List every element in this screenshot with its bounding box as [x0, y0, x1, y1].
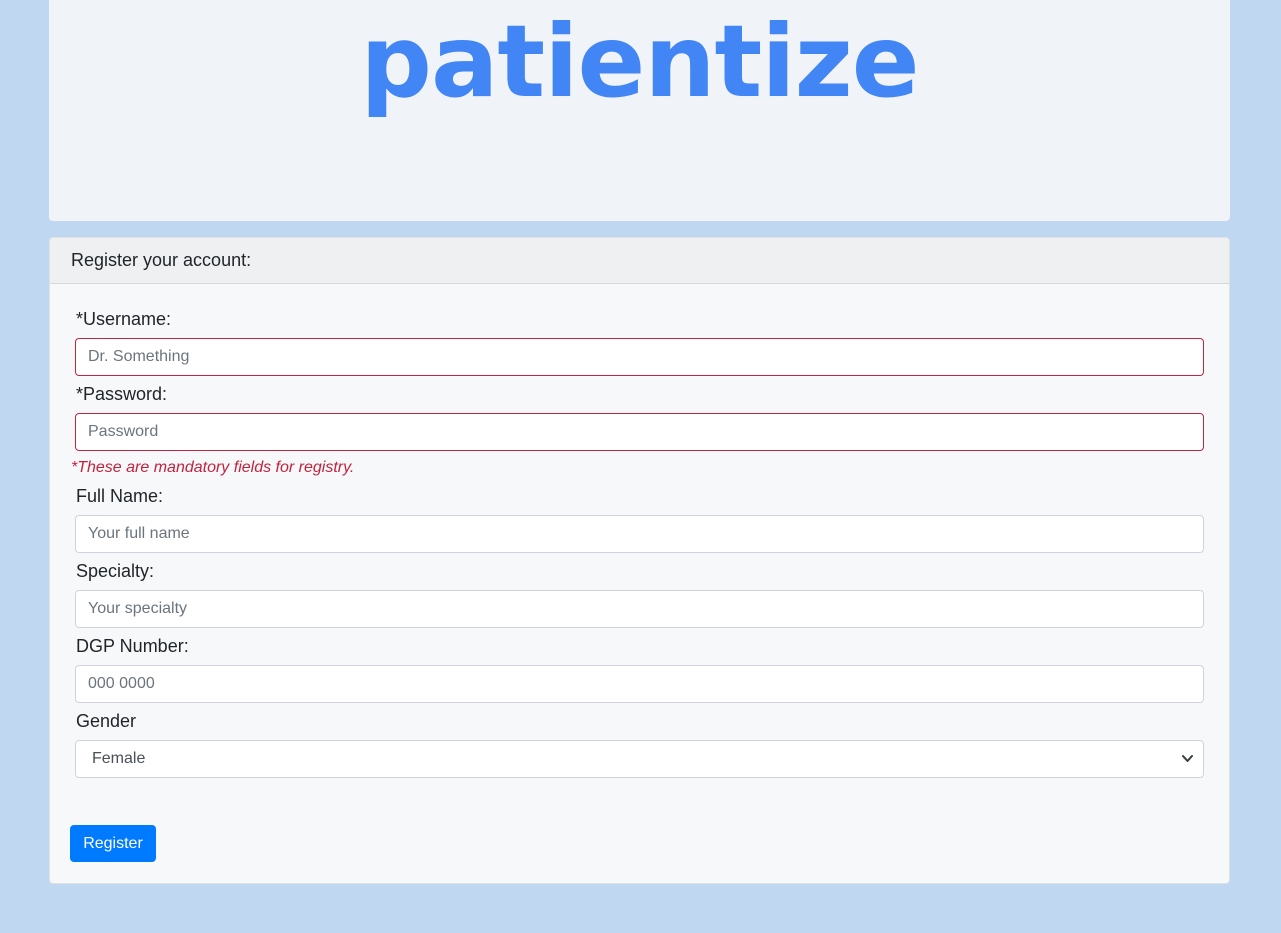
password-input[interactable]: [75, 413, 1204, 451]
gender-select[interactable]: Female: [75, 740, 1204, 778]
brand-logo: patientize: [360, 3, 919, 120]
card-header: Register your account:: [50, 238, 1229, 284]
username-label: *Username:: [76, 309, 172, 329]
logo-card: patientize: [49, 0, 1230, 221]
password-label: *Password:: [76, 384, 168, 404]
register-button[interactable]: Register: [70, 825, 156, 862]
dgp-number-input[interactable]: [75, 665, 1204, 703]
gender-label: Gender: [76, 711, 137, 731]
full-name-label: Full Name:: [76, 486, 164, 506]
mandatory-fields-note: *These are mandatory fields for registry…: [71, 459, 355, 476]
full-name-input[interactable]: [75, 515, 1204, 553]
specialty-label: Specialty:: [76, 561, 155, 581]
username-input[interactable]: [75, 338, 1204, 376]
chevron-down-icon: [1182, 741, 1193, 792]
gender-selected-value: Female: [92, 750, 146, 767]
dgp-number-label: DGP Number:: [76, 636, 189, 656]
registration-card: Register your account: *Username: *Passw…: [49, 237, 1230, 884]
specialty-input[interactable]: [75, 590, 1204, 628]
